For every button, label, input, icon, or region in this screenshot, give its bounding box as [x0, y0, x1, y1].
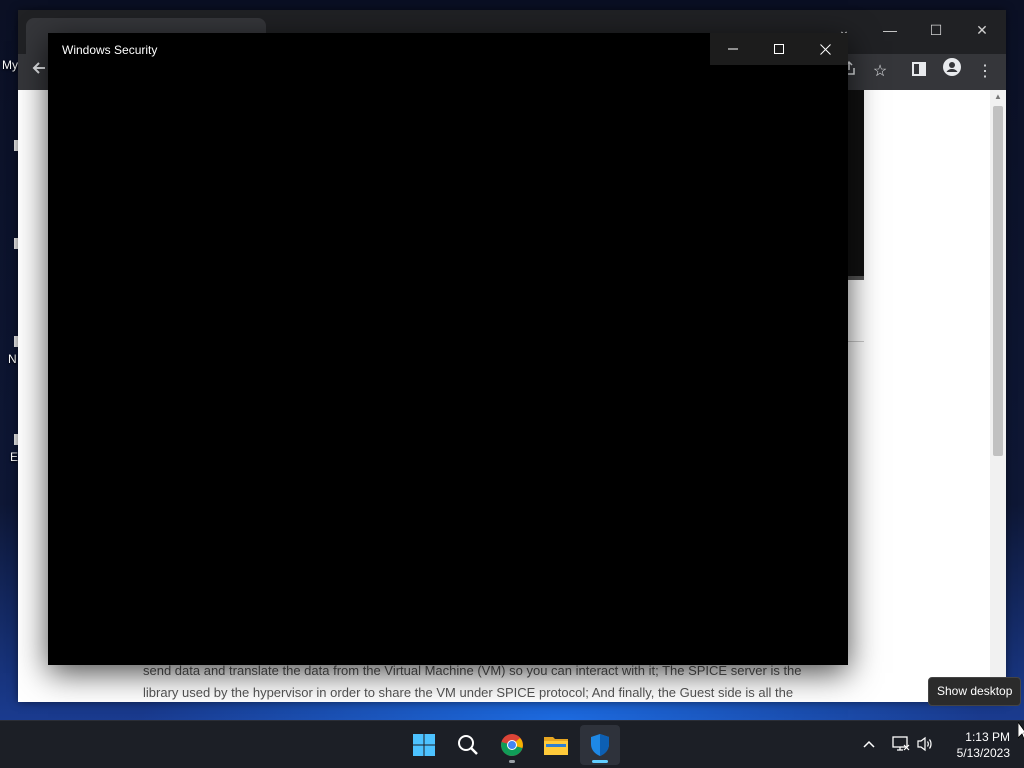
windows-security-taskbar-button[interactable] — [580, 725, 620, 765]
clock-date: 5/13/2023 — [956, 746, 1010, 760]
file-explorer-button[interactable] — [536, 725, 576, 765]
side-panel-icon[interactable] — [902, 54, 936, 90]
shield-icon — [591, 734, 609, 756]
scroll-thumb[interactable] — [993, 106, 1003, 456]
maximize-button[interactable] — [756, 33, 802, 65]
close-icon — [819, 43, 831, 55]
maximize-icon — [774, 44, 784, 54]
profile-icon[interactable] — [935, 54, 969, 90]
active-indicator — [592, 760, 608, 763]
running-indicator — [509, 760, 515, 763]
scroll-up-icon[interactable]: ▲ — [990, 92, 1006, 104]
article-text: send data and translate the data from th… — [143, 660, 863, 704]
start-button[interactable] — [404, 725, 444, 765]
volume-button[interactable] — [914, 733, 936, 755]
clock-time: 1:13 PM — [965, 730, 1010, 744]
more-menu-icon[interactable]: ⋮ — [968, 54, 1002, 90]
close-button[interactable] — [802, 33, 848, 65]
maximize-icon[interactable]: ☐ — [916, 16, 956, 44]
clock[interactable]: 1:13 PM 5/13/2023 — [944, 729, 1010, 761]
windows-security-window[interactable]: Windows Security — [48, 33, 848, 665]
network-icon — [892, 736, 910, 751]
desktop-icon-label[interactable]: My — [2, 58, 18, 72]
taskbar: 1:13 PM 5/13/2023 — [0, 720, 1024, 768]
chrome-taskbar-button[interactable] — [492, 725, 532, 765]
article-line: library used by the hypervisor in order … — [143, 685, 794, 700]
windows-logo-icon — [413, 734, 435, 756]
minimize-icon[interactable]: — — [870, 16, 910, 44]
volume-icon — [917, 736, 932, 752]
window-title: Windows Security — [62, 43, 158, 57]
tray-overflow-button[interactable] — [858, 733, 880, 755]
network-button[interactable] — [890, 733, 912, 755]
minimize-icon — [728, 48, 738, 50]
close-icon[interactable]: ✕ — [962, 16, 1002, 44]
desktop-icon-label[interactable]: N — [8, 352, 17, 366]
chevron-up-icon — [863, 740, 875, 748]
folder-icon — [544, 737, 568, 755]
minimize-button[interactable] — [710, 33, 756, 65]
show-desktop-tooltip: Show desktop — [928, 677, 1022, 706]
scrollbar[interactable]: ▲ — [990, 90, 1006, 702]
mouse-cursor-icon — [1018, 722, 1024, 740]
bookmark-star-icon[interactable]: ☆ — [863, 54, 897, 90]
desktop-icon-label[interactable]: E — [10, 450, 18, 464]
search-icon — [458, 735, 478, 755]
search-button[interactable] — [448, 725, 488, 765]
chrome-icon — [501, 734, 523, 756]
